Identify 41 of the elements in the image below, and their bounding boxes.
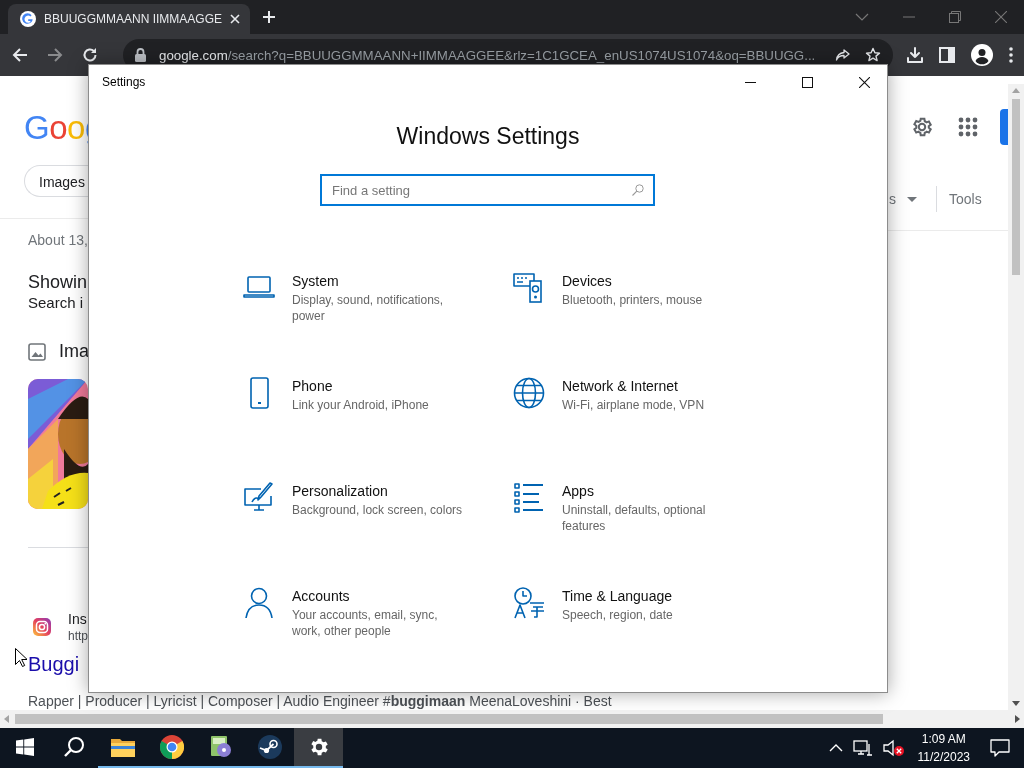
menu-fragment: s [889, 191, 896, 207]
category-description: Speech, region, date [562, 607, 674, 623]
page-heading: Windows Settings [396, 123, 580, 150]
clock-button[interactable]: 1:09 AM 11/2/2023 [909, 728, 978, 768]
category-name: Personalization [292, 482, 389, 500]
result-snippet: Rapper | Producer | Lyricist | Composer | Audio Engineer #buggimaan MeenaLoveshini · Best [28, 694, 612, 709]
category-description: Wi-Fi, airplane mode, VPN [562, 397, 706, 413]
google-logo[interactable]: Goo [24, 110, 88, 146]
tools-button[interactable]: Tools [949, 191, 982, 207]
category-description: Link your Android, iPhone [292, 397, 430, 413]
browser-tab[interactable]: BBUUGGMMAANN IIMMAAGGE [8, 4, 250, 34]
images-heading: Ima [59, 341, 89, 362]
tab-title: BBUUGGMMAANN IIMMAAGGE [44, 12, 222, 26]
settings-category[interactable]: System Display, sound, notifications, power [243, 272, 513, 377]
settings-category[interactable]: Devices Bluetooth, printers, mouse [513, 272, 783, 377]
category-description: Background, lock screen, colors [292, 502, 464, 518]
source-url: http [68, 629, 88, 643]
settings-category[interactable]: Phone Link your Android, iPhone [243, 377, 513, 482]
category-description: Bluetooth, printers, mouse [562, 292, 704, 308]
settings-category[interactable]: Time & Language Speech, region, date [513, 587, 783, 692]
settings-category[interactable]: Network & Internet Wi-Fi, airplane mode, VPN [513, 377, 783, 482]
result-title-link[interactable]: Buggi [28, 653, 88, 676]
category-description: Display, sound, notifications, power [292, 292, 445, 324]
category-name: Time & Language [562, 587, 673, 605]
search-field[interactable]: Find a setting [320, 174, 655, 206]
notice-text: Search i [28, 294, 85, 311]
category-description: Uninstall, defaults, optional features [562, 502, 707, 534]
category-name: Devices [562, 272, 613, 290]
settings-category[interactable]: Accounts Your accounts, email, sync, work, other people [243, 587, 513, 692]
source-name: Ins [68, 611, 88, 627]
category-name: System [292, 272, 340, 290]
settings-category[interactable]: Personalization Background, lock screen, colors [243, 482, 513, 587]
notice-title: Showin [28, 272, 88, 293]
url-text: google.com/search?q=BBUUGGMMAANN+IIMMAAGGEE&rlz=1C1GCEA_enUS1074US1074&oq=BBUUGG... [159, 47, 817, 63]
category-description: Your accounts, email, sync, work, other people [292, 607, 439, 639]
settings-category[interactable]: Apps Uninstall, defaults, optional features [513, 482, 783, 587]
category-name: Apps [562, 482, 595, 500]
category-name: Phone [292, 377, 334, 395]
category-name: Accounts [292, 587, 351, 605]
category-name: Network & Internet [562, 377, 679, 395]
window-title: Settings [102, 75, 146, 89]
